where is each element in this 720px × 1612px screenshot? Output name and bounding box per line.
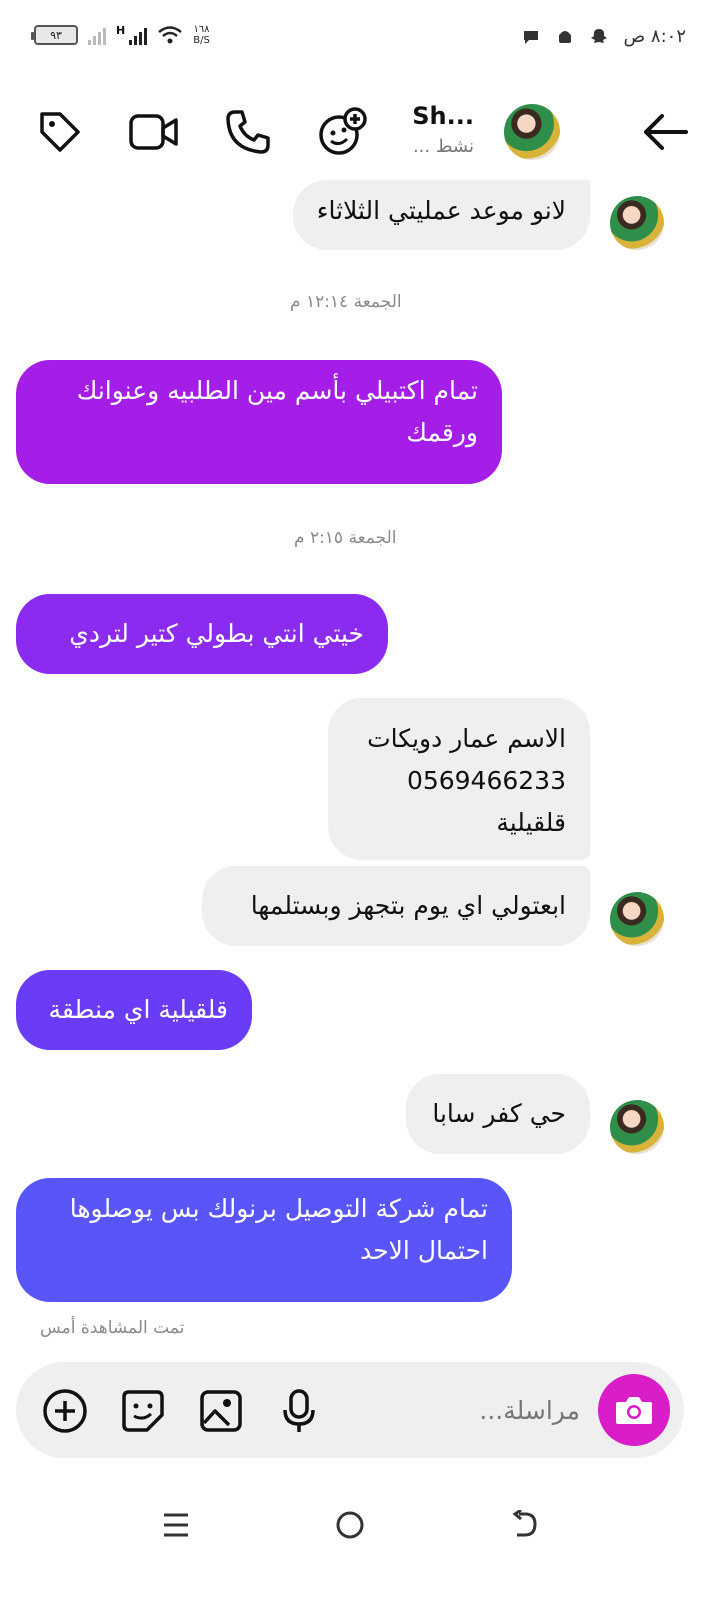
speed-unit: B/S	[193, 35, 210, 46]
nav-home-button[interactable]	[320, 1500, 380, 1550]
contact-status: نشط ...	[412, 136, 474, 157]
tag-button[interactable]	[30, 102, 90, 162]
effects-button[interactable]	[312, 102, 372, 162]
emoji-plus-icon	[319, 107, 367, 155]
nav-menu-button[interactable]	[146, 1500, 206, 1550]
system-nav-bar	[0, 1480, 720, 1570]
message-input[interactable]	[380, 1388, 580, 1432]
message-outgoing[interactable]: تمام شركة التوصيل برنولك بس يوصلوها احتم…	[16, 1178, 512, 1302]
camera-icon	[616, 1397, 652, 1424]
message-outgoing[interactable]: قلقيلية اي منطقة	[16, 970, 252, 1050]
back-button[interactable]	[636, 102, 696, 162]
tag-icon	[40, 112, 80, 152]
home-circle-icon	[336, 1511, 364, 1539]
contact-name[interactable]: Sh...	[412, 102, 474, 130]
message-incoming[interactable]: لانو موعد عمليتي الثلاثاء	[292, 180, 590, 250]
nav-back-button[interactable]	[494, 1500, 554, 1550]
network-speed: ١٦٨ B/S	[193, 24, 210, 46]
plus-circle-icon	[43, 1389, 87, 1433]
message-incoming[interactable]: الاسم عمار دويكات 0569466233 قلقيلية	[328, 698, 590, 860]
message-outgoing[interactable]: تمام اكتبيلي بأسم مين الطلبيه وعنوانك ور…	[16, 360, 502, 484]
microphone-icon	[283, 1389, 315, 1432]
video-call-button[interactable]	[124, 102, 184, 162]
contact-avatar[interactable]	[504, 104, 560, 160]
camera-button[interactable]	[598, 1374, 670, 1446]
timestamp: الجمعة ١٢:١٤ م	[290, 292, 402, 312]
message-incoming[interactable]: ابعتولي اي يوم بتجهز وبستلمها	[202, 866, 590, 946]
video-camera-icon	[129, 114, 178, 150]
status-time: ٨:٠٢ ص	[623, 26, 686, 47]
message-incoming[interactable]: حي كفر سابا	[406, 1074, 590, 1154]
android-icon	[555, 27, 575, 47]
wifi-icon	[158, 26, 183, 44]
chat-header: Sh... نشط ...	[0, 90, 720, 180]
timestamp: الجمعة ٢:١٥ م	[294, 528, 397, 548]
arrow-left-icon	[644, 114, 688, 150]
status-bar: ٩٣ H ١٦٨ B/S ٨:٠٢ ص	[0, 0, 720, 80]
menu-icon	[164, 1513, 188, 1537]
speed-value: ١٦٨	[193, 24, 210, 35]
message-list[interactable]: لانو موعد عمليتي الثلاثاء الجمعة ١٢:١٤ م…	[0, 180, 720, 1350]
voice-message-button[interactable]	[274, 1386, 324, 1436]
image-icon	[200, 1390, 242, 1432]
message-composer	[16, 1362, 684, 1458]
message-outgoing[interactable]: خيتي انتي بطولي كتير لتردي	[16, 594, 388, 674]
gallery-button[interactable]	[196, 1386, 246, 1436]
signal-2-icon	[129, 25, 148, 45]
voice-call-button[interactable]	[218, 102, 278, 162]
phone-icon	[226, 110, 270, 154]
battery-icon: ٩٣	[31, 25, 78, 45]
battery-level: ٩٣	[50, 28, 62, 42]
network-type: H	[116, 24, 126, 37]
chat-bubble-icon	[521, 27, 541, 47]
snapchat-icon	[589, 27, 609, 47]
sender-avatar[interactable]	[610, 892, 664, 946]
add-button[interactable]	[40, 1386, 90, 1436]
sender-avatar[interactable]	[610, 1100, 664, 1154]
seen-label: تمت المشاهدة أمس	[40, 1318, 185, 1338]
sticker-icon	[122, 1390, 164, 1432]
sender-avatar[interactable]	[610, 196, 664, 250]
back-arrow-icon	[512, 1510, 537, 1537]
sticker-button[interactable]	[118, 1386, 168, 1436]
status-bar-left: ٩٣ H ١٦٨ B/S	[31, 24, 210, 46]
status-bar-right: ٨:٠٢ ص	[521, 26, 686, 47]
signal-1-icon	[88, 25, 106, 45]
